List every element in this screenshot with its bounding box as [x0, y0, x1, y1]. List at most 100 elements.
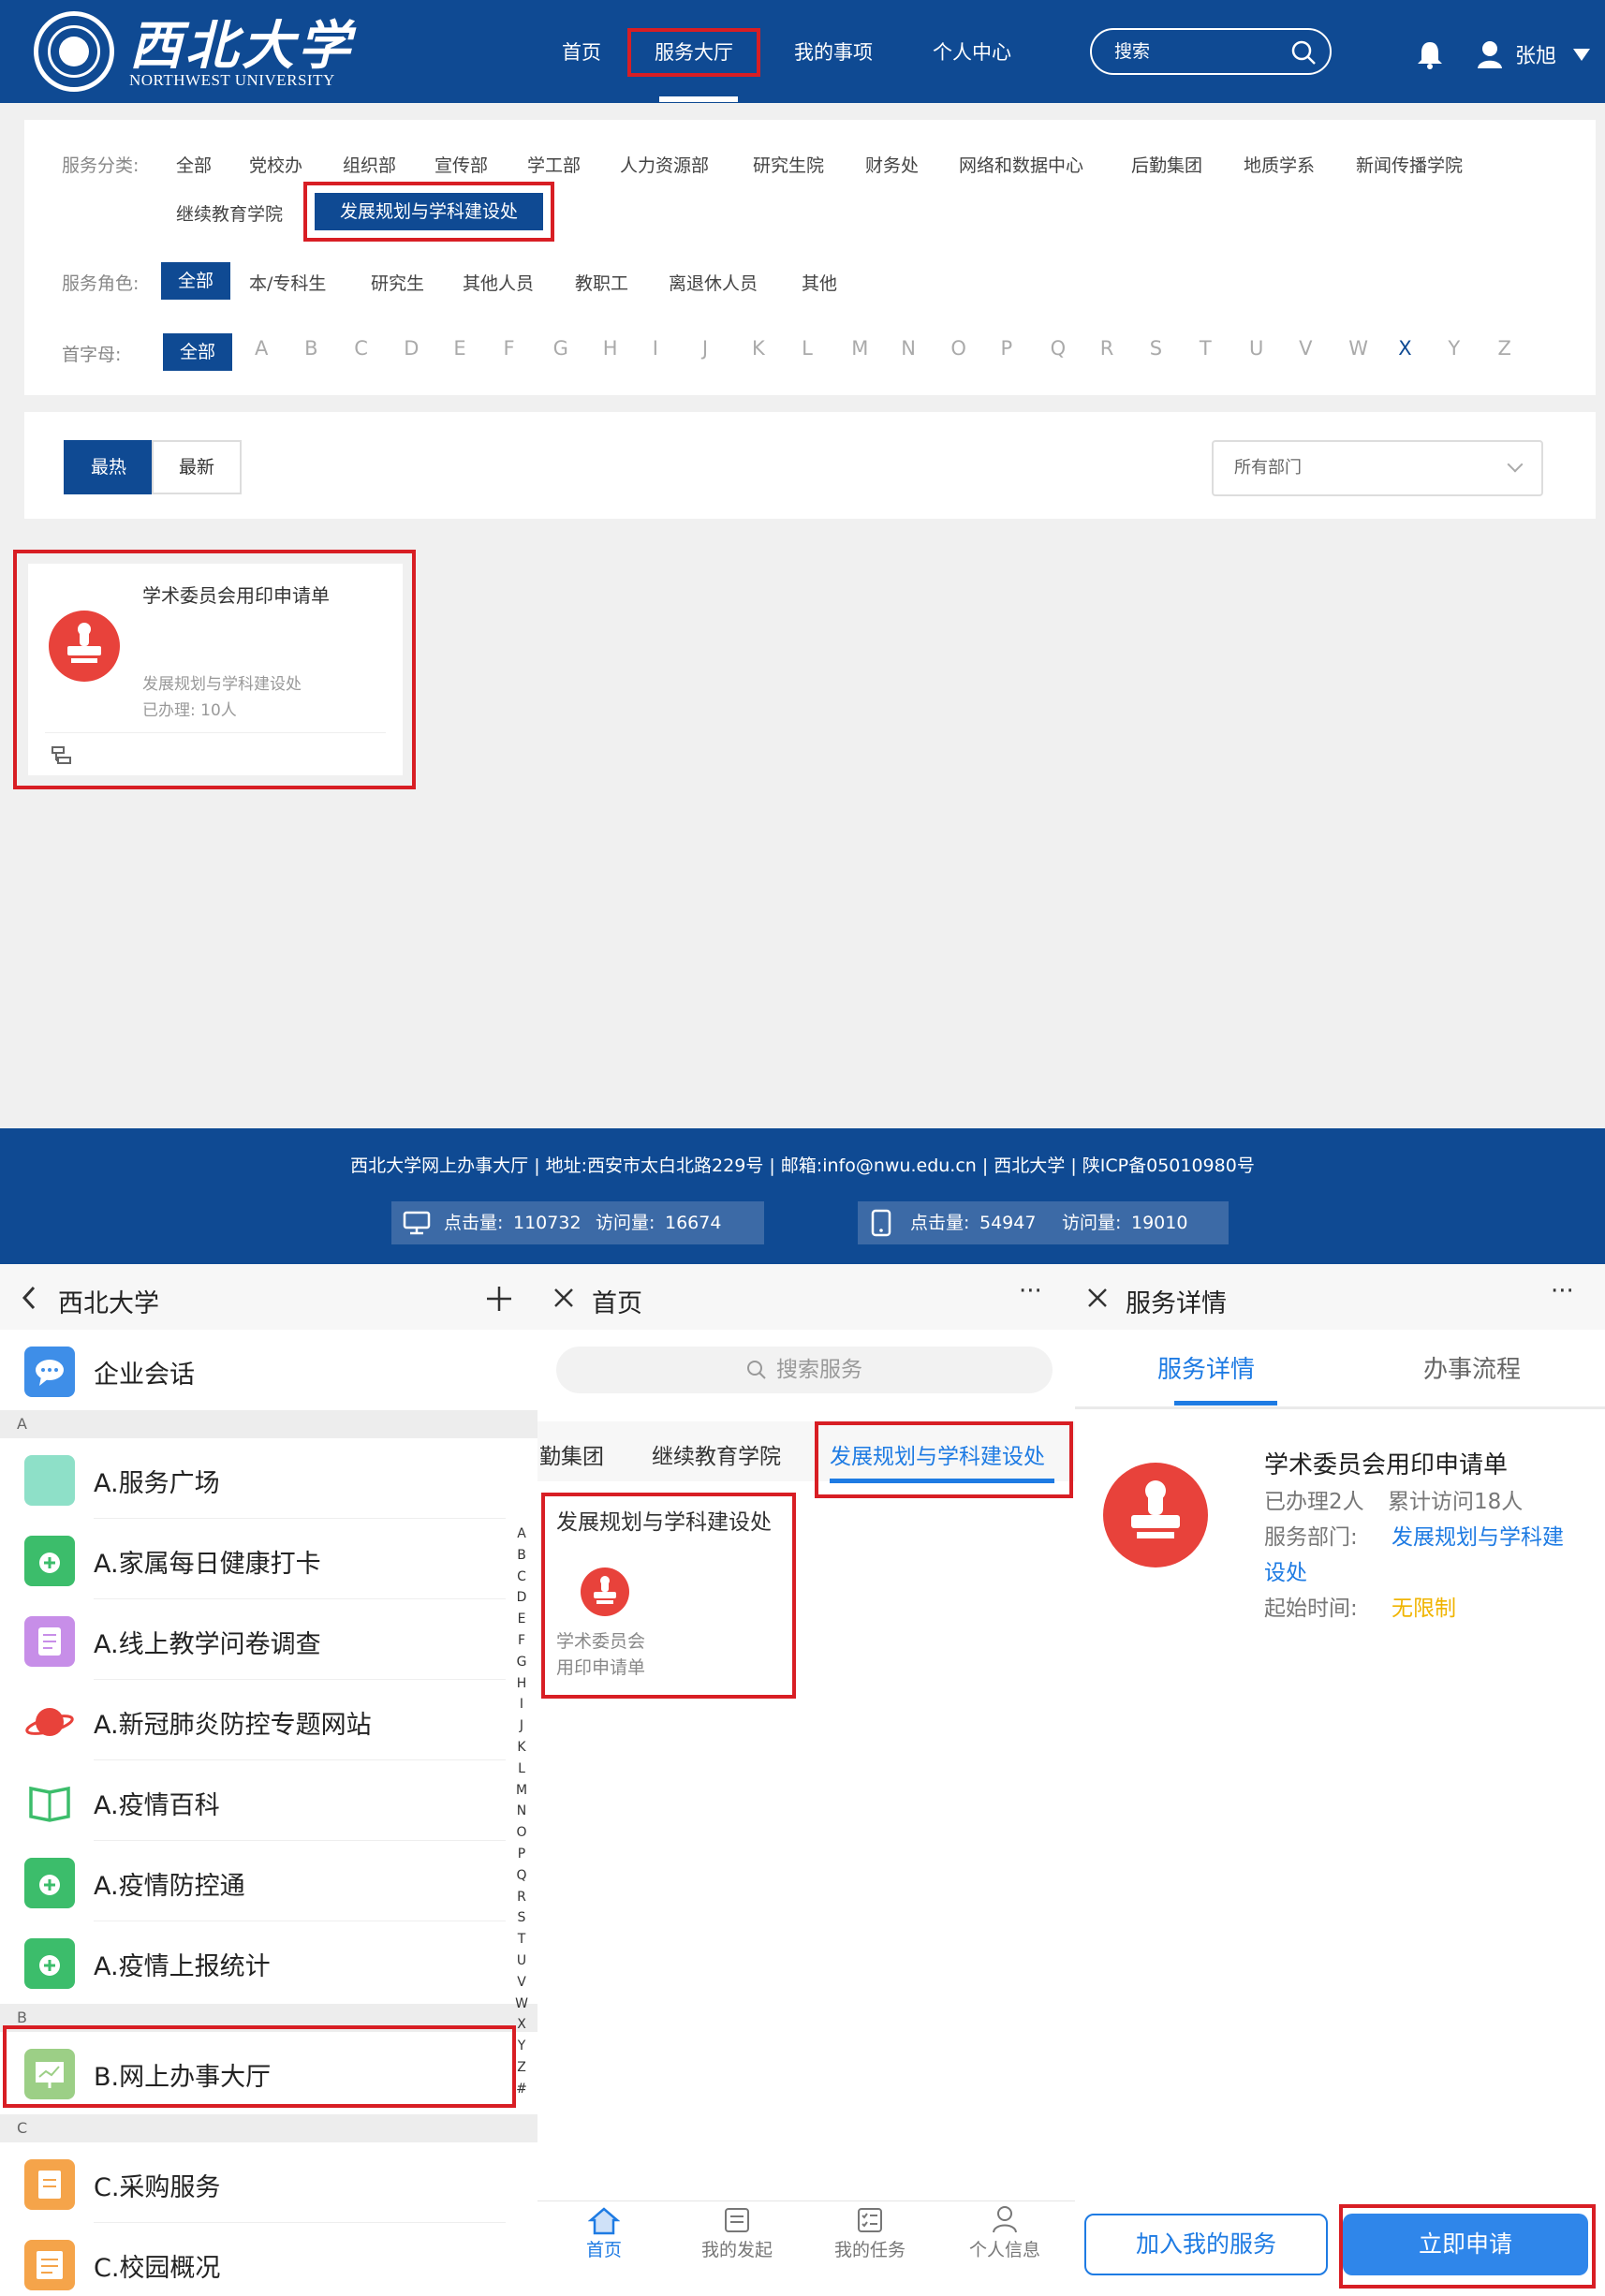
sort-new-button[interactable]: 最新 [152, 440, 242, 494]
list-item[interactable]: A.疫情百科 [0, 1760, 506, 1841]
alphabet-index-letter[interactable]: B [514, 1545, 529, 1567]
alphabet-index-letter[interactable]: C [514, 1567, 529, 1588]
alphabet-index-letter[interactable]: T [514, 1929, 529, 1950]
alphabet-index-letter[interactable]: # [514, 2079, 529, 2100]
list-item[interactable]: A.疫情防控通 [0, 1841, 506, 1921]
tabbar-profile[interactable]: 个人信息 [953, 2236, 1056, 2261]
category-item[interactable]: 学工部 [527, 152, 581, 177]
alphabet-index-letter[interactable]: N [514, 1801, 529, 1822]
initial-letter-w[interactable]: W [1348, 337, 1368, 360]
initial-letter-i[interactable]: I [653, 337, 658, 360]
role-item[interactable]: 离退休人员 [669, 270, 758, 295]
initial-letter-t[interactable]: T [1200, 337, 1212, 360]
home-icon[interactable] [588, 2206, 620, 2236]
tabbar-my-tasks[interactable]: 我的任务 [818, 2236, 921, 2261]
initial-letter-l[interactable]: L [802, 337, 813, 360]
initial-letter-j[interactable]: J [702, 337, 708, 360]
initial-letter-v[interactable]: V [1299, 337, 1312, 360]
initial-letter-r[interactable]: R [1100, 337, 1114, 360]
initial-letter-u[interactable]: U [1249, 337, 1263, 360]
back-icon[interactable] [21, 1285, 37, 1311]
detail-tab-active[interactable]: 服务详情 [1157, 1350, 1255, 1385]
initial-letter-p[interactable]: P [1001, 337, 1013, 360]
alphabet-index-letter[interactable]: P [514, 1844, 529, 1865]
initial-letter-k[interactable]: K [752, 337, 765, 360]
add-icon[interactable] [485, 1285, 513, 1313]
category-item[interactable]: 新闻传播学院 [1356, 152, 1463, 177]
role-item[interactable]: 教职工 [575, 270, 628, 295]
category-item[interactable]: 人力资源部 [620, 152, 709, 177]
alphabet-index-letter[interactable]: G [514, 1652, 529, 1673]
alphabet-index-letter[interactable]: K [514, 1737, 529, 1759]
initial-letter-m[interactable]: M [851, 337, 868, 360]
home-tab[interactable]: 勤集团 [539, 1438, 604, 1470]
initial-letter-x[interactable]: X [1398, 337, 1411, 360]
initial-letter-h[interactable]: H [603, 337, 618, 360]
add-to-my-services-button[interactable]: 加入我的服务 [1084, 2214, 1328, 2275]
alphabet-index-letter[interactable]: L [514, 1759, 529, 1780]
category-item[interactable]: 后勤集团 [1131, 152, 1202, 177]
category-item[interactable]: 地质学系 [1244, 152, 1315, 177]
alphabet-index-letter[interactable]: X [514, 2014, 529, 2036]
role-item[interactable]: 其他 [802, 270, 837, 295]
sort-hot-button[interactable]: 最热 [64, 440, 154, 494]
category-item[interactable]: 党校办 [249, 152, 302, 177]
alphabet-index-letter[interactable]: E [514, 1609, 529, 1630]
initial-letter-a[interactable]: A [255, 337, 268, 360]
alphabet-index-letter[interactable]: S [514, 1907, 529, 1929]
role-all-selected[interactable]: 全部 [161, 262, 230, 300]
user-dropdown-icon[interactable] [1573, 49, 1590, 61]
user-name[interactable]: 张旭 [1515, 39, 1556, 69]
category-item[interactable]: 继续教育学院 [176, 200, 283, 226]
more-icon[interactable]: ··· [1551, 1277, 1574, 1305]
alphabet-index-letter[interactable]: H [514, 1673, 529, 1695]
task-list-icon[interactable] [856, 2206, 884, 2234]
user-avatar-icon[interactable] [1476, 39, 1504, 69]
list-item[interactable]: C.采购服务 [0, 2142, 506, 2223]
department-select[interactable]: 所有部门 [1212, 440, 1543, 496]
category-item[interactable]: 网络和数据中心 [959, 152, 1083, 177]
logo-title[interactable]: 西北大学 [129, 4, 354, 80]
category-all[interactable]: 全部 [176, 152, 212, 177]
role-item[interactable]: 其他人员 [463, 270, 534, 295]
person-icon[interactable] [991, 2204, 1019, 2234]
list-item[interactable]: A.家属每日健康打卡 [0, 1519, 506, 1599]
category-item[interactable]: 组织部 [343, 152, 396, 177]
alphabet-index-letter[interactable]: Q [514, 1865, 529, 1887]
alphabet-index-letter[interactable]: W [514, 1994, 529, 2015]
alphabet-index-letter[interactable]: J [514, 1715, 529, 1737]
nav-personal-center[interactable]: 个人中心 [933, 37, 1011, 67]
initial-letter-s[interactable]: S [1150, 337, 1162, 360]
alphabet-index-letter[interactable]: V [514, 1972, 529, 1994]
nav-service-hall[interactable]: 服务大厅 [627, 28, 760, 77]
tabbar-my-initiated[interactable]: 我的发起 [685, 2236, 788, 2261]
alphabet-index-letter[interactable]: U [514, 1950, 529, 1972]
alphabet-index-letter[interactable]: M [514, 1780, 529, 1802]
initial-letter-d[interactable]: D [404, 337, 419, 360]
close-icon[interactable] [1086, 1287, 1109, 1309]
initial-all-selected[interactable]: 全部 [163, 333, 232, 371]
initial-letter-z[interactable]: Z [1498, 337, 1511, 360]
bell-icon[interactable] [1416, 39, 1444, 69]
role-item[interactable]: 研究生 [371, 270, 424, 295]
university-emblem-icon[interactable] [34, 11, 114, 92]
detail-dept-value-line1[interactable]: 发展规划与学科建 [1391, 1519, 1564, 1551]
detail-tab-process[interactable]: 办事流程 [1423, 1350, 1521, 1385]
category-item[interactable]: 财务处 [865, 152, 919, 177]
initial-letter-f[interactable]: F [504, 337, 515, 360]
home-tab[interactable]: 继续教育学院 [652, 1438, 781, 1470]
list-item[interactable]: A.疫情上报统计 [0, 1921, 506, 2002]
alphabet-index-letter[interactable]: F [514, 1630, 529, 1652]
alphabet-index-letter[interactable]: Z [514, 2057, 529, 2079]
list-item[interactable]: A.新冠肺炎防控专题网站 [0, 1680, 506, 1760]
initial-letter-n[interactable]: N [901, 337, 916, 360]
alphabet-index[interactable]: A B C D E F G H I J K L M N O P Q R S T U V W X Y Z # [514, 1523, 529, 2100]
close-icon[interactable] [552, 1287, 575, 1309]
initial-letter-g[interactable]: G [553, 337, 568, 360]
initial-letter-b[interactable]: B [304, 337, 317, 360]
initial-letter-c[interactable]: C [354, 337, 368, 360]
list-item-enterprise-chat[interactable]: 企业会话 [0, 1330, 506, 1410]
initial-letter-y[interactable]: Y [1448, 337, 1460, 360]
list-item[interactable]: C.校园概况 [0, 2223, 506, 2296]
category-item[interactable]: 研究生院 [753, 152, 824, 177]
